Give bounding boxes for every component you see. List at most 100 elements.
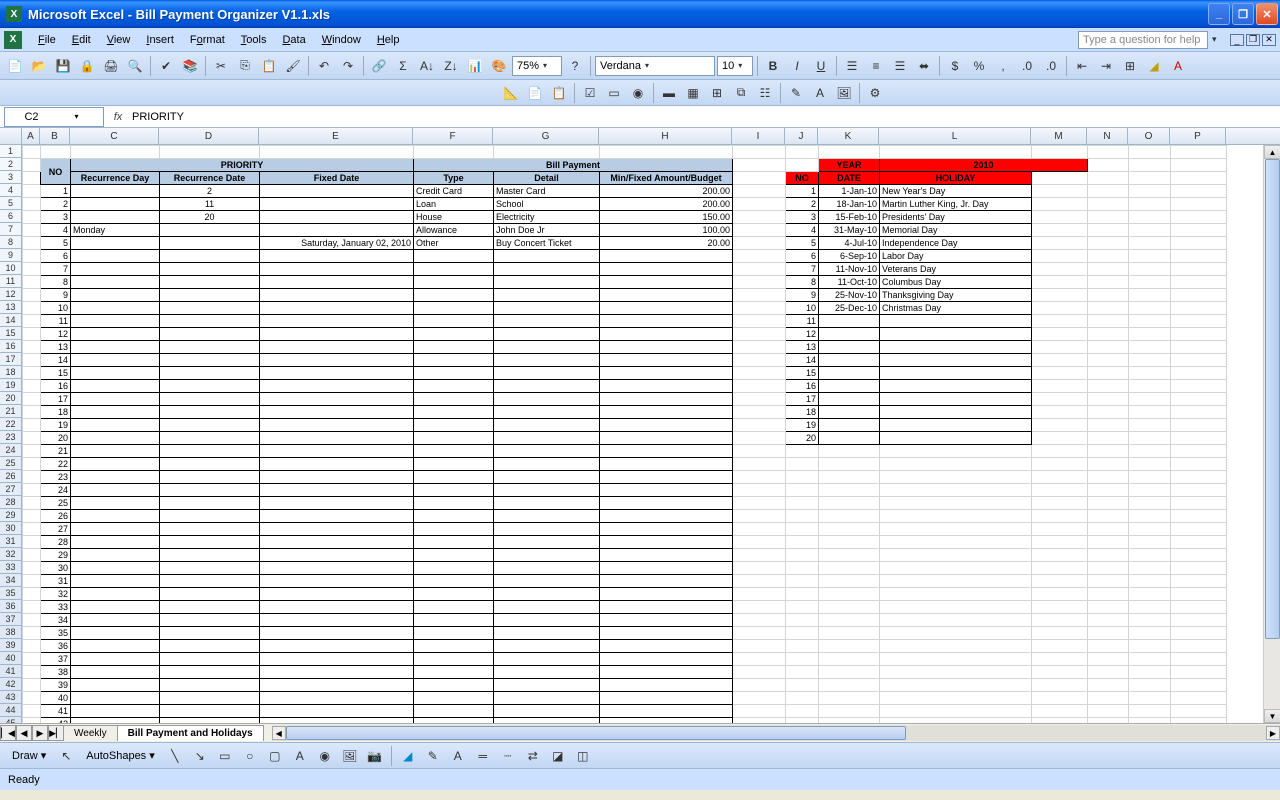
tb2-btn4[interactable]: ▭	[603, 82, 625, 104]
tb2-btn8[interactable]: ⊞	[706, 82, 728, 104]
col-header-K[interactable]: K	[818, 128, 879, 144]
col-header-J[interactable]: J	[785, 128, 818, 144]
percent-button[interactable]: %	[968, 55, 990, 77]
tb2-btn1[interactable]: 📐	[500, 82, 522, 104]
3d-button[interactable]: ◫	[572, 745, 594, 767]
window-close-button[interactable]: ✕	[1256, 3, 1278, 25]
menu-file[interactable]: File	[30, 31, 64, 49]
row-header[interactable]: 19	[0, 379, 22, 392]
menu-data[interactable]: Data	[274, 31, 313, 49]
print-button[interactable]: 🖨	[100, 55, 122, 77]
row-header[interactable]: 32	[0, 548, 22, 561]
row-header[interactable]: 22	[0, 418, 22, 431]
italic-button[interactable]: I	[786, 55, 808, 77]
row-header[interactable]: 45	[0, 717, 22, 723]
increase-decimal-button[interactable]: .0	[1016, 55, 1038, 77]
row-header[interactable]: 8	[0, 236, 22, 249]
row-header[interactable]: 10	[0, 262, 22, 275]
sheet-tab-bills[interactable]: Bill Payment and Holidays	[117, 725, 264, 741]
menu-window[interactable]: Window	[314, 31, 369, 49]
child-minimize-button[interactable]: _	[1230, 34, 1244, 46]
increase-indent-button[interactable]: ⇥	[1095, 55, 1117, 77]
tb2-btn10[interactable]: ☷	[754, 82, 776, 104]
menu-help[interactable]: Help	[369, 31, 408, 49]
align-center-button[interactable]: ≡	[865, 55, 887, 77]
tb2-check1[interactable]: ☑	[579, 82, 601, 104]
currency-button[interactable]: $	[944, 55, 966, 77]
diagram-button[interactable]: ◉	[314, 745, 336, 767]
row-header[interactable]: 23	[0, 431, 22, 444]
row-header[interactable]: 39	[0, 639, 22, 652]
row-header[interactable]: 3	[0, 171, 22, 184]
draw-menu[interactable]: Draw ▾	[6, 747, 52, 764]
undo-button[interactable]: ↶	[313, 55, 335, 77]
row-header[interactable]: 4	[0, 184, 22, 197]
permission-button[interactable]: 🔒	[76, 55, 98, 77]
row-header[interactable]: 33	[0, 561, 22, 574]
sheet-tab-weekly[interactable]: Weekly	[63, 725, 118, 741]
borders-button[interactable]: ⊞	[1119, 55, 1141, 77]
row-header[interactable]: 18	[0, 366, 22, 379]
redo-button[interactable]: ↷	[337, 55, 359, 77]
comma-button[interactable]: ,	[992, 55, 1014, 77]
row-header[interactable]: 5	[0, 197, 22, 210]
tb2-btn2[interactable]: 📄	[524, 82, 546, 104]
row-header[interactable]: 31	[0, 535, 22, 548]
row-header[interactable]: 35	[0, 587, 22, 600]
row-header[interactable]: 38	[0, 626, 22, 639]
font-combo[interactable]: Verdana▾	[595, 56, 715, 76]
tb2-btn7[interactable]: ▦	[682, 82, 704, 104]
row-header[interactable]: 15	[0, 327, 22, 340]
row-header[interactable]: 24	[0, 444, 22, 457]
textbox-button[interactable]: ▢	[264, 745, 286, 767]
row-header[interactable]: 34	[0, 574, 22, 587]
col-header-D[interactable]: D	[159, 128, 259, 144]
col-header-O[interactable]: O	[1128, 128, 1170, 144]
shadow-button[interactable]: ◪	[547, 745, 569, 767]
row-header[interactable]: 30	[0, 522, 22, 535]
col-header-H[interactable]: H	[599, 128, 732, 144]
clipart-button[interactable]: 🖼	[339, 745, 361, 767]
menu-format[interactable]: Format	[182, 31, 233, 49]
bold-button[interactable]: B	[762, 55, 784, 77]
window-maximize-button[interactable]: ❐	[1232, 3, 1254, 25]
tab-prev-button[interactable]: ◀	[16, 725, 32, 741]
tb2-btn14[interactable]: ⚙	[864, 82, 886, 104]
help-search-input[interactable]	[1078, 31, 1208, 49]
picture-button[interactable]: 📷	[364, 745, 386, 767]
row-header[interactable]: 17	[0, 353, 22, 366]
arrow-style-button[interactable]: ⇄	[522, 745, 544, 767]
row-header[interactable]: 26	[0, 470, 22, 483]
menu-view[interactable]: View	[99, 31, 139, 49]
fill-color-button[interactable]: ◢	[1143, 55, 1165, 77]
hyperlink-button[interactable]: 🔗	[368, 55, 390, 77]
tab-last-button[interactable]: ▶▏	[48, 725, 64, 741]
line-button[interactable]: ╲	[164, 745, 186, 767]
row-header[interactable]: 11	[0, 275, 22, 288]
fill-color-draw-button[interactable]: ◢	[397, 745, 419, 767]
col-header-C[interactable]: C	[70, 128, 159, 144]
col-header-L[interactable]: L	[879, 128, 1031, 144]
child-restore-button[interactable]: ❐	[1246, 34, 1260, 46]
row-header[interactable]: 41	[0, 665, 22, 678]
menu-tools[interactable]: Tools	[233, 31, 275, 49]
paste-button[interactable]: 📋	[258, 55, 280, 77]
hscroll-right-icon[interactable]: ▶	[1266, 726, 1280, 740]
tb2-btn5[interactable]: ◉	[627, 82, 649, 104]
decrease-indent-button[interactable]: ⇤	[1071, 55, 1093, 77]
underline-button[interactable]: U	[810, 55, 832, 77]
wordart-button[interactable]: A	[289, 745, 311, 767]
row-header[interactable]: 2	[0, 158, 22, 171]
select-all-corner[interactable]	[0, 128, 22, 144]
dash-style-button[interactable]: ┈	[497, 745, 519, 767]
tb2-btn11[interactable]: ✎	[785, 82, 807, 104]
row-header[interactable]: 36	[0, 600, 22, 613]
row-header[interactable]: 12	[0, 288, 22, 301]
merge-center-button[interactable]: ⬌	[913, 55, 935, 77]
new-button[interactable]: 📄	[4, 55, 26, 77]
col-header-E[interactable]: E	[259, 128, 413, 144]
chart-wizard-button[interactable]: 📊	[464, 55, 486, 77]
row-header[interactable]: 21	[0, 405, 22, 418]
row-header[interactable]: 44	[0, 704, 22, 717]
decrease-decimal-button[interactable]: .0	[1040, 55, 1062, 77]
